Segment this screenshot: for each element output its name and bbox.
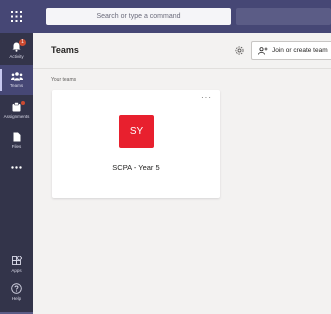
- rail-item-help[interactable]: Help: [0, 277, 33, 307]
- search-input[interactable]: Search or type a command: [46, 8, 231, 25]
- rail-label: Help: [11, 296, 22, 301]
- assignments-icon: [12, 101, 21, 111]
- join-or-create-team-button[interactable]: Join or create team: [251, 41, 331, 60]
- join-label: Join or create team: [272, 47, 328, 54]
- more-options-icon[interactable]: ···: [201, 94, 212, 102]
- rail-item-assignments[interactable]: Assignments: [0, 95, 33, 125]
- gear-icon: [235, 46, 244, 55]
- help-icon: [11, 283, 22, 294]
- notification-badge: 1: [19, 39, 26, 46]
- teams-icon: [10, 72, 23, 81]
- rail-label: Files: [11, 143, 22, 149]
- settings-button[interactable]: [233, 44, 246, 57]
- more-apps-button[interactable]: [0, 153, 33, 183]
- rail-label: Teams: [9, 83, 24, 88]
- team-name: SCPA - Year 5: [112, 163, 160, 172]
- rail-label: Apps: [11, 267, 22, 273]
- more-icon: [11, 165, 22, 169]
- add-people-icon: [258, 46, 268, 55]
- page-header: Teams Join or create team: [33, 33, 331, 69]
- rail-label: Activity: [9, 53, 24, 59]
- app-launcher-icon[interactable]: [0, 0, 33, 33]
- app-rail: Activity 1 Teams Assignments Files Apps …: [0, 33, 33, 314]
- team-avatar: SY: [119, 115, 154, 148]
- rail-item-activity[interactable]: Activity 1: [0, 35, 33, 65]
- rail-item-apps[interactable]: Apps: [0, 249, 33, 279]
- page-title: Teams: [51, 45, 79, 55]
- title-bar-area: [236, 8, 331, 25]
- title-bar: Search or type a command: [0, 0, 331, 33]
- team-card[interactable]: ··· SY SCPA - Year 5: [52, 90, 220, 198]
- rail-label: Assignments: [3, 113, 30, 119]
- notification-dot: [21, 101, 25, 105]
- file-icon: [13, 132, 20, 141]
- section-label: Your teams: [51, 77, 77, 83]
- rail-item-files[interactable]: Files: [0, 125, 33, 155]
- rail-item-teams[interactable]: Teams: [0, 65, 33, 95]
- apps-icon: [11, 255, 22, 265]
